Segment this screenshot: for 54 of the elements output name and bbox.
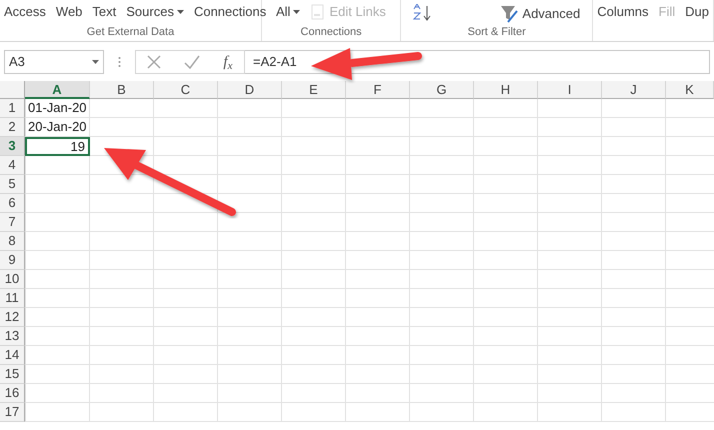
select-all-button[interactable] xyxy=(0,81,25,99)
ribbon-button[interactable]: Advanced xyxy=(499,4,580,24)
caret-icon xyxy=(176,10,184,14)
column-header[interactable]: I xyxy=(538,81,602,99)
ribbon-button[interactable]: Web xyxy=(56,4,82,20)
row-header[interactable]: 9 xyxy=(0,251,25,270)
row-header[interactable]: 5 xyxy=(0,175,25,194)
row-header[interactable]: 16 xyxy=(0,384,25,403)
column-header[interactable]: J xyxy=(602,81,666,99)
ribbon-button[interactable]: Connections xyxy=(194,4,266,20)
row-header[interactable]: 15 xyxy=(0,365,25,384)
caret-icon xyxy=(92,60,99,64)
table-cell[interactable]: 19 xyxy=(25,137,90,156)
caret-icon xyxy=(293,10,300,14)
row-header[interactable]: 11 xyxy=(0,289,25,308)
ribbon-button[interactable]: Columns xyxy=(597,4,649,20)
table-cell[interactable]: 01-Jan-20 xyxy=(25,99,90,118)
formula-bar[interactable]: =A2-A1 xyxy=(245,50,710,74)
row-header[interactable]: 4 xyxy=(0,156,25,175)
column-header[interactable]: C xyxy=(154,81,218,99)
row-header[interactable]: 13 xyxy=(0,327,25,346)
row-header[interactable]: 14 xyxy=(0,346,25,365)
row-header[interactable]: 12 xyxy=(0,308,25,327)
cancel-icon[interactable] xyxy=(147,55,162,69)
row-header[interactable]: 2 xyxy=(0,118,25,137)
column-header[interactable]: K xyxy=(666,81,714,99)
column-header[interactable]: H xyxy=(474,81,538,99)
name-box[interactable]: A3 xyxy=(4,50,104,74)
ribbon-button[interactable]: Dup xyxy=(685,4,709,20)
ribbon-button[interactable]: All xyxy=(276,4,300,20)
group-label: Get External Data xyxy=(86,26,176,39)
column-header[interactable]: F xyxy=(346,81,410,99)
filter-icon xyxy=(499,4,520,24)
column-header[interactable]: A xyxy=(25,81,90,99)
row-header[interactable]: 10 xyxy=(0,270,25,289)
row-header[interactable]: 17 xyxy=(0,403,25,422)
ribbon-button[interactable]: Sources xyxy=(126,4,184,20)
row-header[interactable]: 8 xyxy=(0,232,25,251)
column-header[interactable]: G xyxy=(410,81,474,99)
insert-function-button[interactable]: f$_{x}$ xyxy=(223,54,232,70)
row-header[interactable]: 6 xyxy=(0,194,25,213)
row-header[interactable]: 1 xyxy=(0,99,25,118)
column-header[interactable]: D xyxy=(218,81,282,99)
group-label: Connections xyxy=(300,26,363,39)
column-header[interactable]: B xyxy=(90,81,154,99)
ribbon-button[interactable]: Text xyxy=(92,4,116,20)
group-label: Sort & Filter xyxy=(466,26,527,39)
check-icon[interactable] xyxy=(184,55,200,69)
grip-icon xyxy=(118,56,121,68)
column-header[interactable]: E xyxy=(282,81,346,99)
row-header[interactable]: 7 xyxy=(0,213,25,232)
table-cell[interactable]: 20-Jan-20 xyxy=(25,118,90,137)
ribbon-button[interactable]: Access xyxy=(4,4,46,20)
row-header[interactable]: 3 xyxy=(0,137,25,156)
